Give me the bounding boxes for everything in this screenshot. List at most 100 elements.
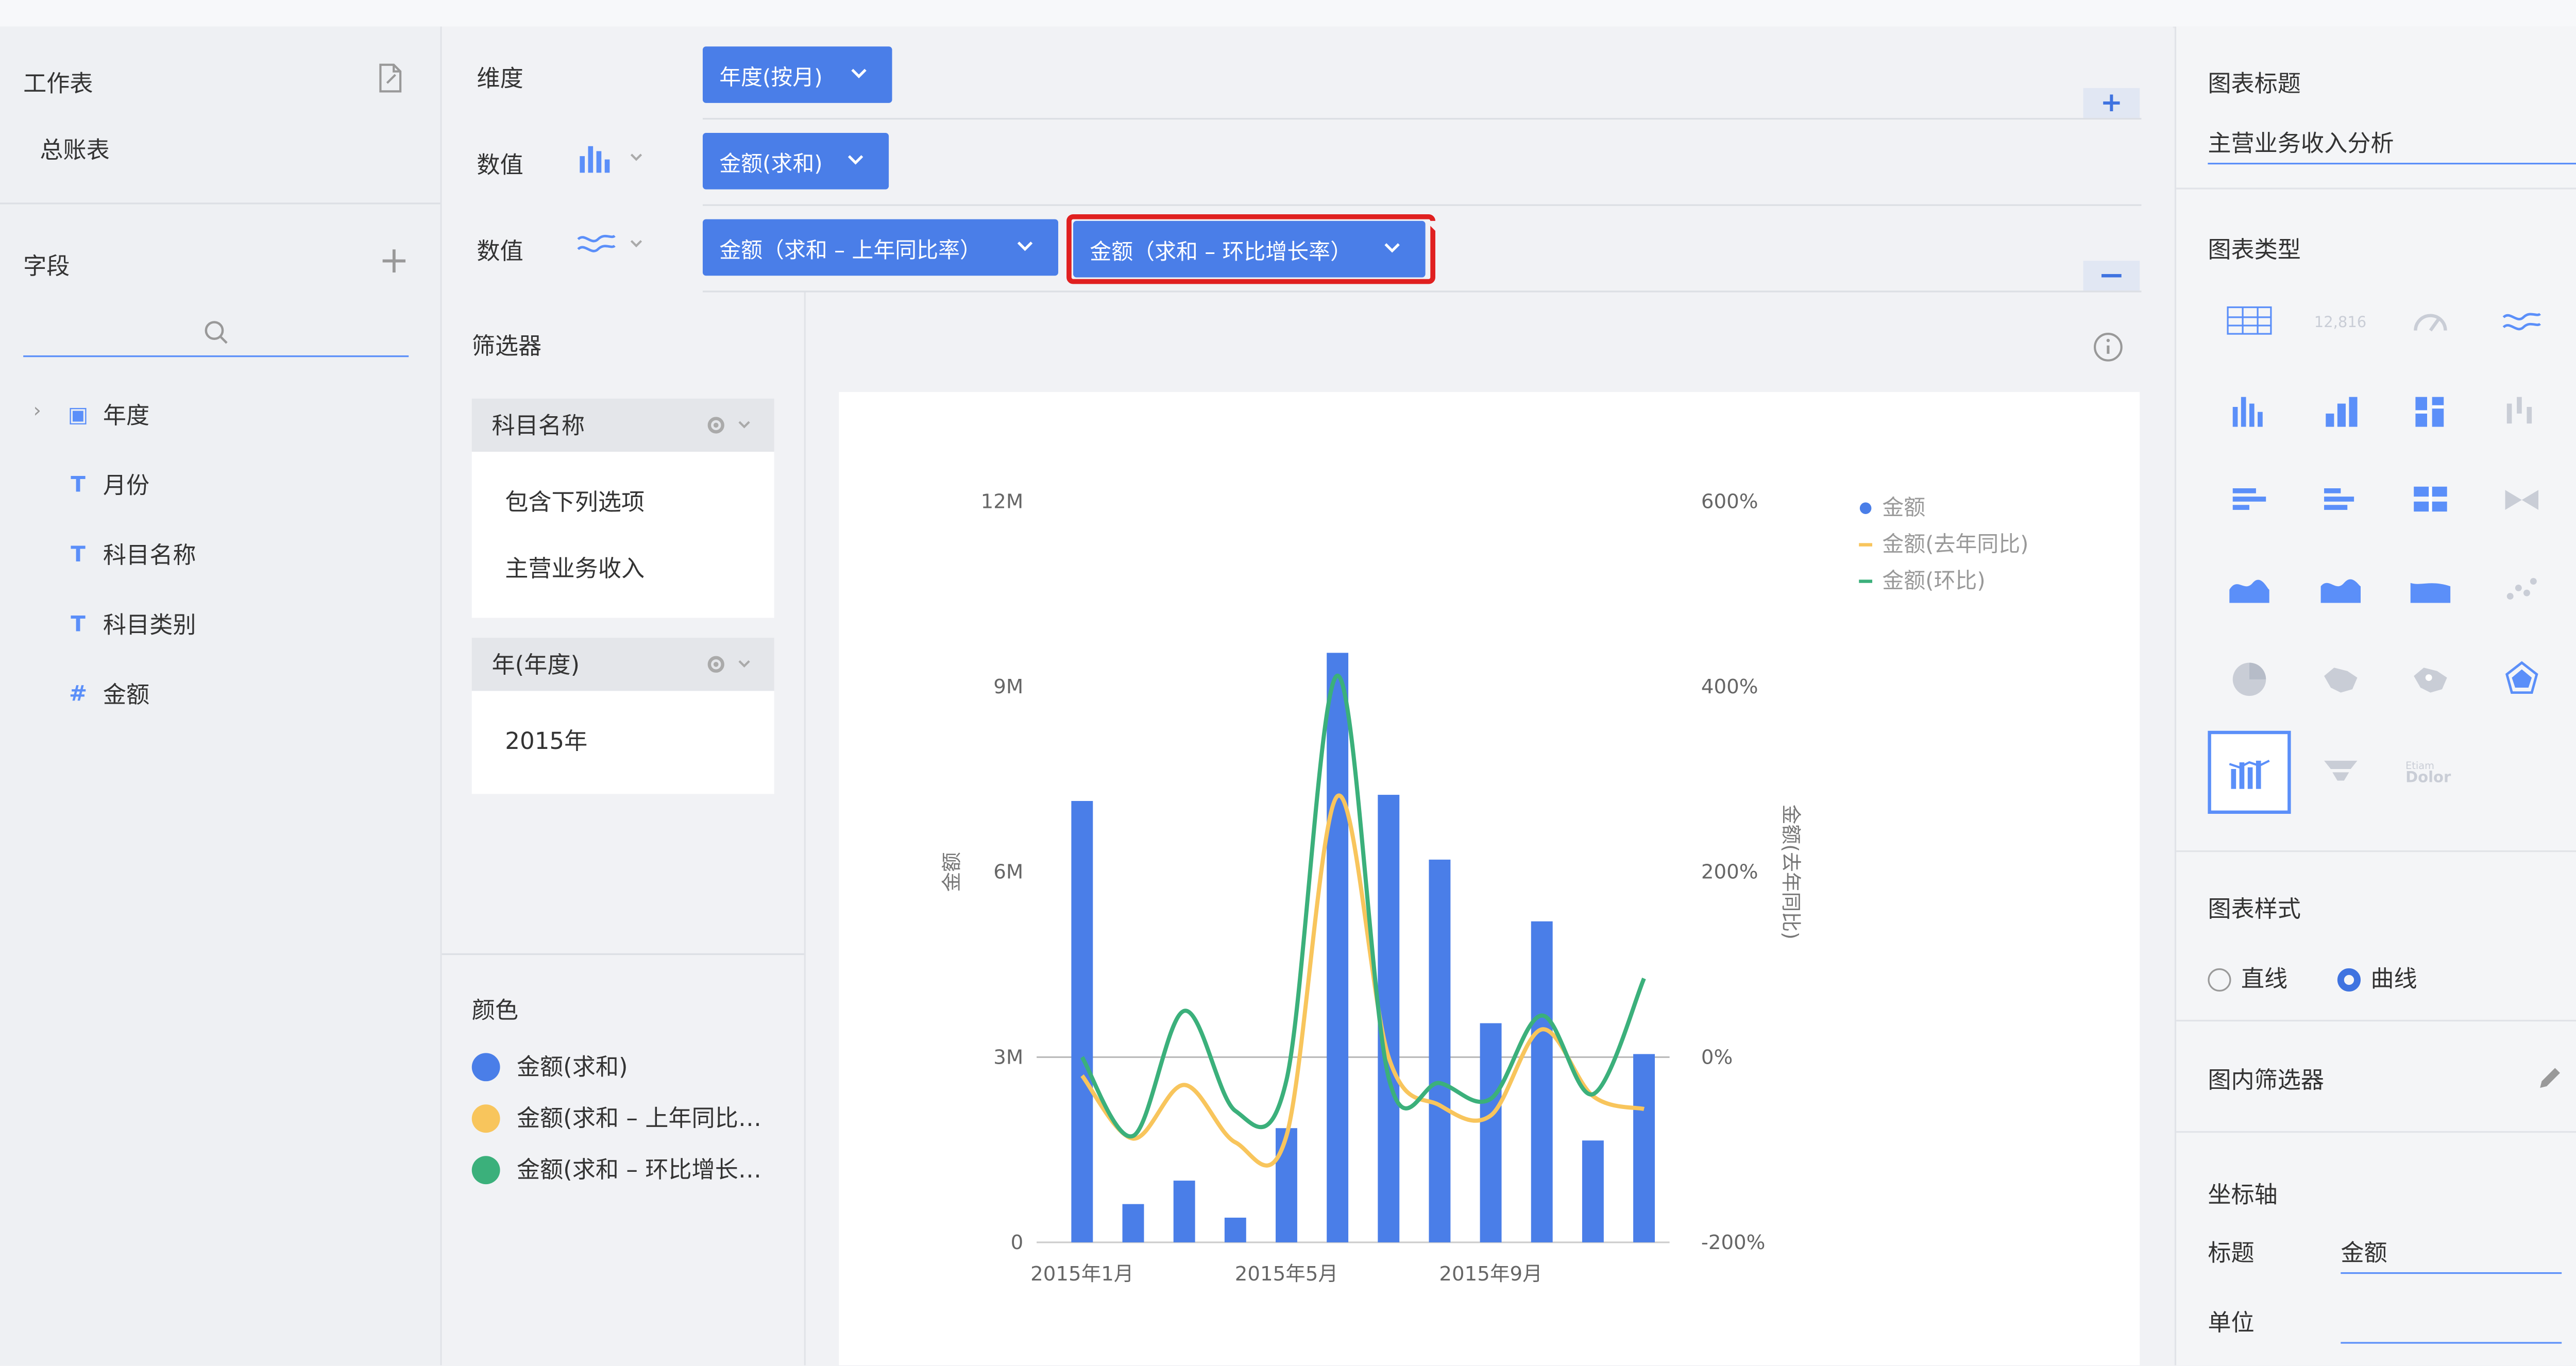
y2-tick-label: 0%	[1701, 1046, 1733, 1069]
table-chart-icon[interactable]	[2211, 282, 2287, 358]
value-pill-2b[interactable]: 金额（求和 – 环比增长率）	[1073, 220, 1437, 278]
chevron-down-icon	[848, 155, 863, 165]
filter-panel: 筛选器 科目名称 包含下列选项 主营业务收入 年(年度) 2015年 颜色 金额…	[442, 292, 806, 1365]
add-field-icon[interactable]: +	[379, 243, 409, 280]
svg-text:Dolor: Dolor	[2405, 769, 2451, 786]
right-panel: 图表标题 主营业务收入分析 图表类型 12,816 Etiam Dolor 图表…	[2174, 26, 2576, 1365]
gauge-icon[interactable]	[2392, 282, 2468, 358]
style-curve-option[interactable]: 曲线	[2337, 962, 2417, 995]
radio-straight[interactable]	[2208, 968, 2231, 992]
field-search-input[interactable]	[23, 312, 409, 357]
line-chart-icon[interactable]	[2484, 282, 2560, 358]
range-column-icon[interactable]	[2484, 372, 2560, 448]
stacked-area-icon[interactable]	[2302, 552, 2379, 628]
value-pill-1[interactable]: 金额(求和)	[702, 132, 901, 190]
percent-column-icon[interactable]	[2392, 372, 2468, 448]
top-bar	[0, 0, 2576, 28]
field-item[interactable]: # 金额	[63, 678, 149, 711]
edit-pencil-icon[interactable]	[2535, 1063, 2565, 1093]
expand-chevron-icon[interactable]: ›	[33, 399, 41, 422]
color-legend-item[interactable]: 金额(求和)	[471, 1050, 628, 1083]
axis-label: 坐标轴	[2208, 1182, 2278, 1209]
scatter-icon[interactable]	[2484, 552, 2560, 628]
line-chart-type-icon[interactable]	[575, 226, 648, 269]
filter-head-subject-label: 科目名称	[492, 413, 585, 440]
dimension-label: 维度	[477, 66, 523, 93]
calendar-icon: ▣	[67, 402, 89, 428]
kpi-card-icon[interactable]: 12,816	[2302, 282, 2379, 358]
field-item-label: 科目名称	[103, 543, 196, 570]
dimension-pill-label: 年度(按月)	[719, 65, 823, 91]
bar	[1224, 1217, 1246, 1242]
y-axis-title: 金额	[941, 852, 964, 892]
x-tick-label: 2015年5月	[1235, 1262, 1338, 1286]
word-cloud-icon[interactable]: Etiam Dolor	[2392, 734, 2468, 810]
value-pill-2b-label: 金额（求和 – 环比增长率）	[1090, 240, 1352, 265]
pie-chart-icon[interactable]	[2211, 641, 2287, 718]
bar	[1327, 653, 1349, 1242]
gear-icon[interactable]	[704, 653, 754, 676]
combo-chart-icon[interactable]	[2208, 730, 2291, 814]
remove-row-button[interactable]	[2083, 261, 2140, 291]
radar-chart-icon[interactable]	[2484, 641, 2560, 718]
color-legend-item[interactable]: 金额(求和 – 环比增长…	[471, 1153, 762, 1186]
filter-head-subject[interactable]: 科目名称	[471, 398, 774, 452]
axis-unit-label: 单位	[2208, 1310, 2255, 1337]
field-item[interactable]: T 月份	[63, 468, 149, 501]
axis-unit-input[interactable]	[2341, 1305, 2562, 1344]
region-map-icon[interactable]	[2302, 641, 2379, 718]
value-pill-2a[interactable]: 金额（求和 – 上年同比率）	[702, 219, 1070, 276]
color-legend-label: 金额(求和)	[516, 1054, 628, 1082]
percent-area-icon[interactable]	[2392, 552, 2468, 628]
bar	[1429, 859, 1451, 1242]
filter-head-year[interactable]: 年(年度)	[471, 638, 774, 691]
point-map-icon[interactable]	[2392, 641, 2468, 718]
chart-title-input[interactable]: 主营业务收入分析	[2208, 126, 2576, 165]
axis-title-input[interactable]: 金额	[2341, 1236, 2562, 1274]
info-icon[interactable]	[2092, 331, 2125, 364]
config-area: 维度 年度(按月) + 数值 金额(求和) 数值 金额（求和 – 上年同比率） …	[442, 26, 2173, 293]
field-item[interactable]: T 科目类别	[63, 608, 196, 641]
percent-bar-icon[interactable]	[2392, 462, 2468, 538]
field-item[interactable]: T 科目名称	[63, 538, 196, 571]
dimension-pill[interactable]: 年度(按月)	[702, 46, 904, 103]
text-type-icon: T	[71, 472, 86, 498]
stacked-bar-icon[interactable]	[2302, 462, 2379, 538]
sheet-item[interactable]: 总账表	[40, 133, 109, 166]
divider	[2176, 187, 2576, 190]
y2-axis-title: 金额(去年同比)	[1779, 805, 1802, 940]
color-swatch[interactable]	[471, 1052, 500, 1081]
bar-chart-icon[interactable]	[2211, 462, 2287, 538]
stacked-column-icon[interactable]	[2302, 372, 2379, 448]
field-item[interactable]: ▣ 年度	[63, 399, 150, 432]
radio-curve[interactable]	[2337, 968, 2361, 992]
bar	[1531, 921, 1553, 1242]
new-sheet-icon[interactable]	[376, 63, 405, 100]
funnel-chart-icon[interactable]	[2302, 734, 2379, 810]
bar	[1122, 1204, 1144, 1242]
search-icon	[205, 321, 228, 344]
bidirectional-bar-icon[interactable]	[2484, 462, 2560, 538]
style-straight-option[interactable]: 直线	[2208, 962, 2287, 995]
filter-body-subject: 包含下列选项 主营业务收入	[471, 452, 774, 618]
value-label-2: 数值	[477, 239, 523, 266]
number-type-icon: #	[69, 681, 88, 707]
filter-year-value[interactable]: 2015年	[505, 724, 587, 757]
column-chart-icon[interactable]	[2211, 372, 2287, 448]
legend-marker	[1859, 502, 1872, 514]
add-row-button[interactable]: +	[2083, 87, 2140, 118]
field-item-label: 年度	[103, 403, 150, 431]
bar-chart-type-icon[interactable]	[575, 140, 648, 183]
color-swatch[interactable]	[471, 1103, 500, 1132]
y2-tick-label: 400%	[1701, 675, 1758, 698]
color-legend-item[interactable]: 金额(求和 – 上年同比…	[471, 1101, 762, 1134]
color-legend-label: 金额(求和 – 环比增长…	[516, 1157, 762, 1185]
filter-value-text[interactable]: 主营业务收入	[505, 552, 645, 585]
color-swatch[interactable]	[471, 1155, 500, 1184]
divider	[0, 202, 440, 204]
filter-head-year-label: 年(年度)	[492, 653, 580, 679]
area-chart-icon[interactable]	[2211, 552, 2287, 628]
color-title: 颜色	[471, 998, 519, 1025]
gear-icon[interactable]	[704, 414, 754, 437]
color-legend-label: 金额(求和 – 上年同比…	[516, 1106, 762, 1133]
